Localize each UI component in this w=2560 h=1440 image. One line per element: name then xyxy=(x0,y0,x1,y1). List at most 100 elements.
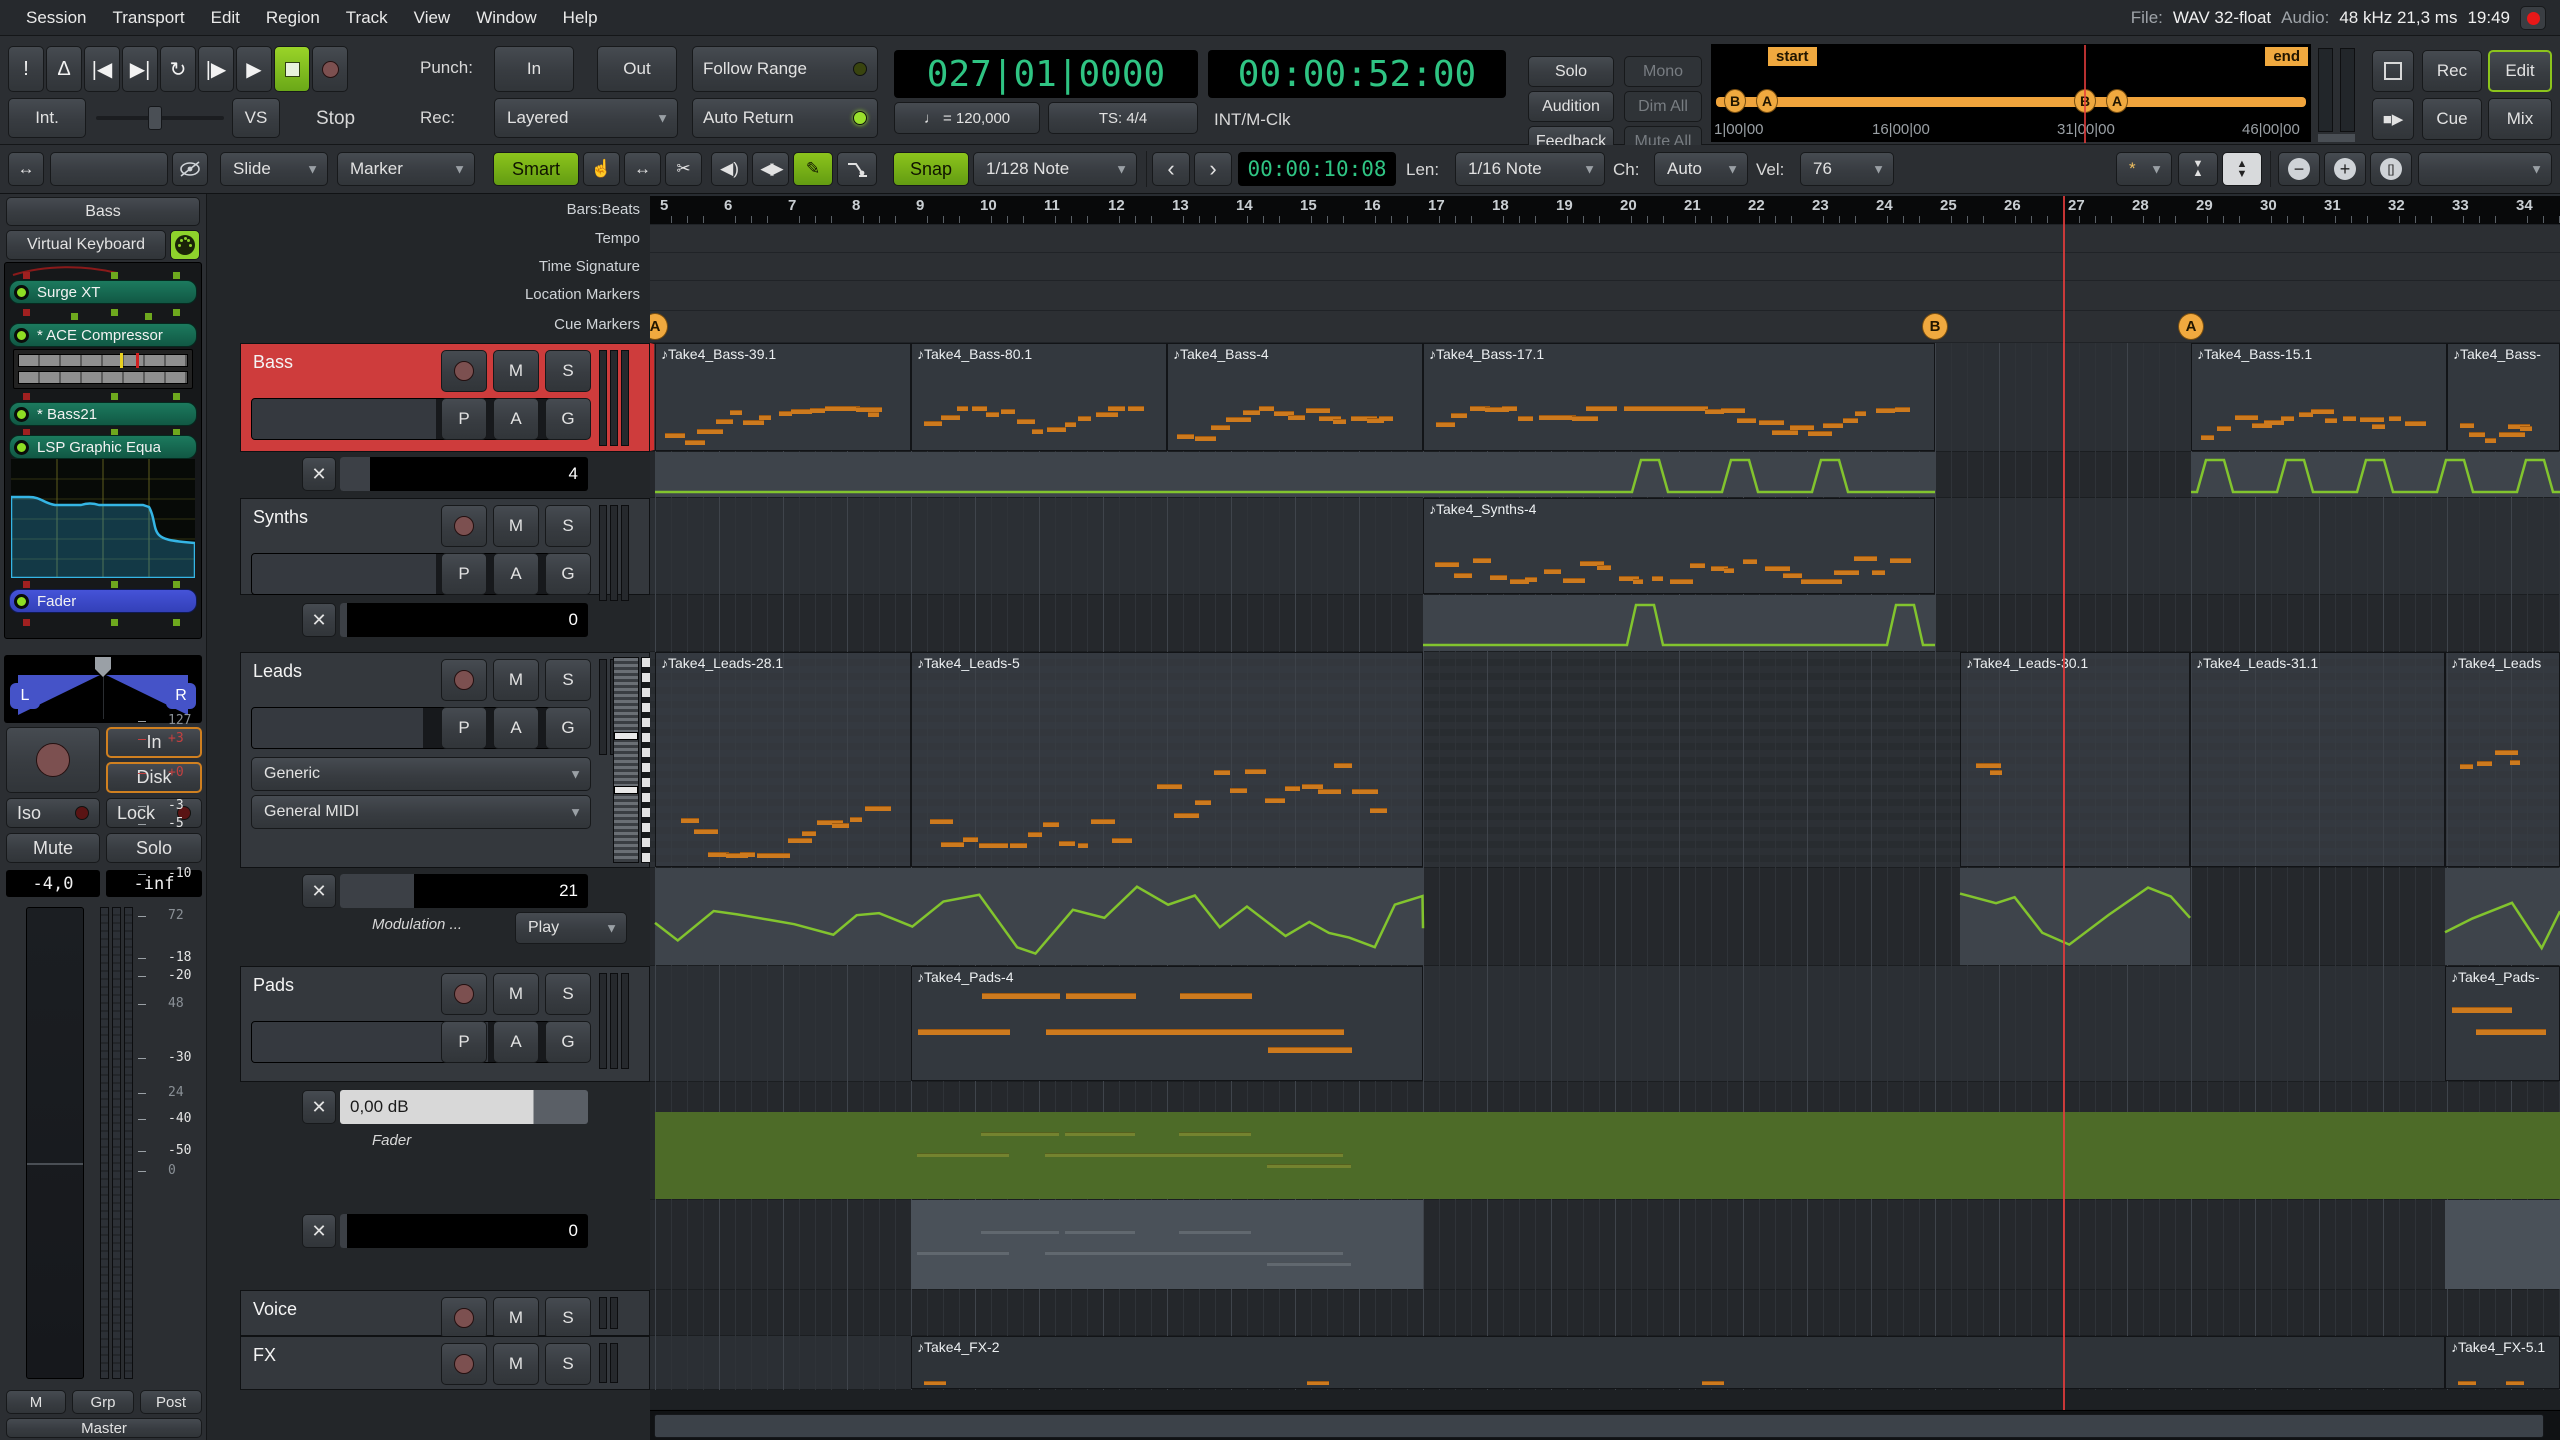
minitl-marker-A[interactable]: A xyxy=(1756,89,1778,113)
primary-clock[interactable]: 027|01|0000 xyxy=(894,50,1198,98)
track-record-button[interactable] xyxy=(441,1297,487,1339)
auto-return-button[interactable]: Auto Return xyxy=(692,98,878,138)
gain-fader[interactable] xyxy=(26,907,84,1379)
virtual-keyboard-button[interactable]: Virtual Keyboard xyxy=(6,230,166,260)
automation-hide-button-synths[interactable]: ✕ xyxy=(302,603,336,637)
mono-button[interactable]: Mono xyxy=(1624,56,1702,87)
menu-help[interactable]: Help xyxy=(563,8,598,28)
minitl-marker-A[interactable]: A xyxy=(2106,89,2128,113)
automation-slider-synths[interactable]: 0 xyxy=(340,603,588,637)
track-solo-button[interactable]: S xyxy=(545,1343,591,1385)
group-button[interactable]: Grp xyxy=(72,1390,134,1414)
track-header-voice[interactable]: VoiceMS xyxy=(240,1290,650,1336)
secondary-clock[interactable]: 00:00:52:00 xyxy=(1208,50,1506,98)
track-group-button[interactable]: G xyxy=(545,1021,591,1063)
automation-mode-select[interactable]: Play▼ xyxy=(515,912,627,944)
start-marker-flag[interactable]: start xyxy=(1768,47,1817,66)
region-pads[interactable]: ♪Take4_Pads- xyxy=(2445,966,2560,1081)
expand-tracks-button[interactable]: ▲▼ xyxy=(2222,152,2262,186)
track-name-label[interactable]: Leads xyxy=(253,661,302,682)
ruler-row-timesig[interactable] xyxy=(650,253,2560,281)
synths-automation-line[interactable] xyxy=(650,595,2560,652)
monitor-section-button[interactable]: ■▶ xyxy=(2372,98,2414,140)
next-marker-button[interactable]: › xyxy=(1194,152,1232,186)
solo-button-strip[interactable]: Solo xyxy=(106,833,202,863)
scrollbar-thumb[interactable] xyxy=(654,1414,2544,1438)
track-mute-button[interactable]: M xyxy=(493,659,539,701)
plugin-active-led[interactable] xyxy=(14,440,29,455)
transport-goto-end-button[interactable]: ▶| xyxy=(122,46,158,92)
transport-goto-start-button[interactable]: |◀ xyxy=(84,46,120,92)
sync-int-button[interactable]: Int. xyxy=(8,98,86,138)
gain-display[interactable]: -4,0 xyxy=(6,870,100,897)
region-leads[interactable]: ♪Take4_Leads-28.1 xyxy=(655,652,911,867)
transport-record-button[interactable] xyxy=(312,46,348,92)
track-name-label[interactable]: Bass xyxy=(253,352,293,373)
automation-hide-button-leads[interactable]: ✕ xyxy=(302,874,336,908)
track-header-fx[interactable]: FXMS xyxy=(240,1336,650,1390)
region-bass[interactable]: ♪Take4_Bass-80.1 xyxy=(911,343,1167,451)
track-record-button[interactable] xyxy=(441,973,487,1015)
monitor-disk-button[interactable]: Disk xyxy=(106,762,202,793)
edit-point-select[interactable] xyxy=(50,152,168,186)
automation-slider-bass[interactable]: 4 xyxy=(340,457,588,491)
automation-slider-leads[interactable]: 21 xyxy=(340,874,588,908)
automation-hide-button-bass[interactable]: ✕ xyxy=(302,457,336,491)
punch-in-button[interactable]: In xyxy=(494,46,574,92)
mini-timeline[interactable]: startendBABA1|00|0016|00|0031|00|0046|00… xyxy=(1711,44,2311,142)
stretch-tool-button[interactable]: ◀▶ xyxy=(752,152,789,186)
ruler-label-4[interactable]: Cue Markers xyxy=(554,316,640,333)
range-tool-button[interactable]: ↔ xyxy=(624,152,661,186)
grab-tool-button[interactable]: ☝ xyxy=(583,152,620,186)
automation-slider-pads-fader[interactable]: 0,00 dB xyxy=(340,1090,588,1124)
solo-lock-button[interactable]: Lock xyxy=(106,798,202,828)
track-mute-button[interactable]: M xyxy=(493,1297,539,1339)
menu-region[interactable]: Region xyxy=(266,8,320,28)
automation-slider-pads-2[interactable]: 0 xyxy=(340,1214,588,1248)
tempo-button[interactable]: ♩ = 120,000 xyxy=(894,102,1040,134)
track-solo-button[interactable]: S xyxy=(545,350,591,392)
track-mute-button[interactable]: M xyxy=(493,1343,539,1385)
leads-automation-line[interactable] xyxy=(650,868,2560,966)
midi-mode-select[interactable]: General MIDI▼ xyxy=(251,795,591,829)
zoom-in-button[interactable]: + xyxy=(2324,152,2366,186)
processor-ace-compressor[interactable]: * ACE Compressor xyxy=(9,323,197,347)
track-canvas[interactable]: 5678910111213141516171819202122232425262… xyxy=(650,194,2560,1440)
ruler-label-0[interactable]: Bars:Beats xyxy=(567,201,640,218)
record-enable-button[interactable] xyxy=(6,727,100,793)
menu-view[interactable]: View xyxy=(414,8,451,28)
automation-hide-button-pads-2[interactable]: ✕ xyxy=(302,1214,336,1248)
track-automation-button[interactable]: A xyxy=(493,553,539,595)
draw-tool-button[interactable]: ✎ xyxy=(793,152,833,186)
mute-button[interactable]: Mute xyxy=(6,833,100,863)
track-group-button[interactable]: G xyxy=(545,553,591,595)
transport-loop-button[interactable]: ↻ xyxy=(160,46,196,92)
shrink-tracks-button[interactable]: ▼▲ xyxy=(2178,152,2218,186)
processor-fader[interactable]: Fader xyxy=(9,589,197,613)
region-bass[interactable]: ♪Take4_Bass-15.1 xyxy=(2191,343,2447,451)
smart-tool-button[interactable]: Smart xyxy=(493,152,579,186)
grid-select[interactable]: 1/128 Note▼ xyxy=(973,152,1137,186)
region-leads[interactable]: ♪Take4_Leads-30.1 xyxy=(1960,652,2190,867)
track-group-button[interactable]: G xyxy=(545,398,591,440)
edit-page-button[interactable]: Edit xyxy=(2488,50,2552,92)
strip-track-name-button[interactable]: Bass xyxy=(6,197,200,226)
cut-tool-button[interactable]: ✂ xyxy=(665,152,702,186)
processor-lsp-graphic-eq[interactable]: LSP Graphic Equa xyxy=(9,435,197,459)
monitor-input-button[interactable]: In xyxy=(106,727,202,758)
rec-page-button[interactable]: Rec xyxy=(2422,50,2482,92)
automation-hide-button-pads-fader[interactable]: ✕ xyxy=(302,1090,336,1124)
cue-marker-B[interactable]: B xyxy=(1922,313,1948,340)
menu-track[interactable]: Track xyxy=(346,8,388,28)
cue-marker-A[interactable]: A xyxy=(2178,313,2204,340)
cue-page-button[interactable]: Cue xyxy=(2422,98,2482,140)
track-automation-button[interactable]: A xyxy=(493,398,539,440)
metering-point-button[interactable]: M xyxy=(6,1390,66,1414)
transport-play-button[interactable]: ▶ xyxy=(236,46,272,92)
plugin-active-led[interactable] xyxy=(14,594,29,609)
track-playlist-button[interactable]: P xyxy=(441,1021,487,1063)
region-fx[interactable]: ♪Take4_FX-5.1 xyxy=(2445,1336,2560,1389)
plugin-active-led[interactable] xyxy=(14,328,29,343)
region-bass[interactable]: ♪Take4_Bass-39.1 xyxy=(655,343,911,451)
track-solo-button[interactable]: S xyxy=(545,505,591,547)
